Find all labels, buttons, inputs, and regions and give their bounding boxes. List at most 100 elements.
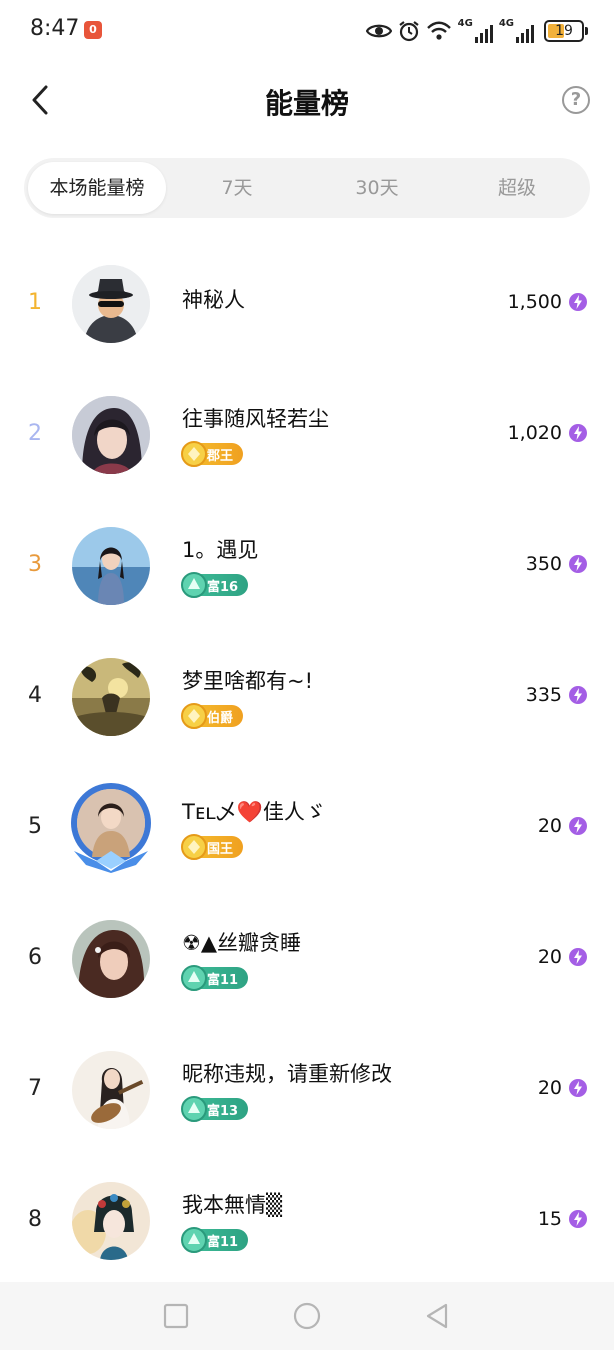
user-name: 往事随风轻若尘 (182, 407, 329, 431)
energy-score: 350 (526, 553, 588, 575)
score-value: 15 (537, 1208, 562, 1230)
page-title: 能量榜 (264, 87, 349, 120)
rank-number: 4 (28, 683, 42, 708)
user-name: 我本無情▒ (182, 1193, 283, 1217)
crown-badge-icon (181, 441, 207, 467)
tab-current-session[interactable]: 本场能量榜 (28, 162, 166, 214)
score-value: 1,020 (507, 422, 562, 444)
ranking-row[interactable]: 2 往事随风轻若尘 郡王 1,020 (0, 369, 614, 500)
avatar[interactable] (72, 527, 150, 605)
energy-score: 20 (538, 1077, 588, 1099)
badge-label: 富11 (207, 1234, 239, 1250)
ranking-list: 1 神秘人 1,500 2 往事随风轻若尘 郡王 1,020 3 1。遇见 富1… (0, 238, 614, 1286)
energy-score: 15 (538, 1208, 588, 1230)
user-name: 1。遇见 (182, 538, 259, 562)
wealth-badge-icon (181, 965, 207, 991)
avatar[interactable] (72, 1182, 150, 1260)
ranking-row[interactable]: 1 神秘人 1,500 (0, 238, 614, 369)
battery-icon: 19 (544, 20, 588, 42)
badge-label: 郡王 (207, 448, 234, 464)
score-value: 335 (525, 684, 562, 706)
network-type-2: 4G (498, 18, 514, 29)
rank-number: 1 (28, 290, 42, 315)
network-type-1: 4G (457, 18, 473, 29)
wealth-badge-icon (181, 1096, 207, 1122)
crown-badge-icon (181, 834, 207, 860)
user-name: 梦里啥都有~! (182, 669, 314, 693)
ranking-row[interactable]: 5 Tᴇʟ乄❤️佳人ゞ 国王 20 (0, 762, 614, 893)
rank-title-badge: 国王 (181, 834, 244, 860)
ranking-row[interactable]: 4 梦里啥都有~! 伯爵 335 (0, 631, 614, 762)
avatar[interactable] (72, 1051, 150, 1129)
energy-bolt-icon (569, 555, 587, 573)
wealth-level-badge: 富11 (181, 965, 249, 991)
crown-badge-icon (181, 703, 207, 729)
score-value: 350 (525, 553, 562, 575)
energy-bolt-icon (569, 1210, 587, 1228)
avatar[interactable] (66, 781, 156, 873)
battery-level: 19 (555, 23, 573, 39)
help-icon[interactable]: ? (562, 86, 590, 114)
ranking-row[interactable]: 8 我本無情▒ 富11 15 (0, 1155, 614, 1286)
rank-title-badge: 伯爵 (181, 703, 244, 729)
rank-number: 7 (28, 1076, 42, 1101)
badge-label: 富11 (207, 972, 239, 988)
energy-bolt-icon (569, 686, 587, 704)
home-circle-icon[interactable] (293, 1302, 321, 1330)
energy-score: 1,020 (508, 422, 588, 444)
user-name: 昵称违规，请重新修改 (182, 1062, 392, 1086)
system-nav-bar (0, 1282, 614, 1350)
recents-square-icon[interactable] (162, 1302, 190, 1330)
status-bar: 8:47 0 4G 4G 19 (0, 0, 614, 62)
rank-number: 3 (28, 552, 42, 577)
ranking-row[interactable]: 7 昵称违规，请重新修改 富13 20 (0, 1024, 614, 1155)
app-header: 能量榜 ? (0, 62, 614, 142)
ranking-row[interactable]: 6 ☢▲丝瓣贪睡 富11 20 (0, 893, 614, 1024)
badge-label: 富13 (207, 1103, 239, 1119)
eye-icon (365, 19, 392, 43)
ranking-row[interactable]: 3 1。遇见 富16 350 (0, 500, 614, 631)
badge-label: 国王 (207, 841, 234, 857)
tab-7-days[interactable]: 7天 (168, 162, 306, 214)
wealth-level-badge: 富16 (181, 572, 249, 598)
rank-number: 8 (28, 1207, 42, 1232)
avatar[interactable] (72, 265, 150, 343)
avatar[interactable] (72, 920, 150, 998)
rank-number: 5 (28, 814, 42, 839)
period-tabs: 本场能量榜 7天 30天 超级 (24, 158, 590, 218)
energy-bolt-icon (569, 424, 587, 442)
rank-number: 6 (28, 945, 42, 970)
energy-score: 335 (526, 684, 588, 706)
wealth-level-badge: 富13 (181, 1096, 249, 1122)
avatar[interactable] (72, 658, 150, 736)
signal-1-icon: 4G (458, 19, 493, 43)
back-triangle-icon[interactable] (424, 1302, 452, 1330)
alarm-icon (398, 19, 420, 43)
energy-bolt-icon (569, 1079, 587, 1097)
score-value: 1,500 (507, 291, 562, 313)
notification-badge: 0 (84, 21, 102, 39)
badge-label: 伯爵 (207, 710, 234, 726)
wealth-badge-icon (181, 572, 207, 598)
user-name: ☢▲丝瓣贪睡 (182, 931, 301, 955)
energy-bolt-icon (569, 817, 587, 835)
wealth-badge-icon (181, 1227, 207, 1253)
rank-title-badge: 郡王 (181, 441, 244, 467)
score-value: 20 (537, 815, 562, 837)
tab-super[interactable]: 超级 (448, 162, 586, 214)
avatar[interactable] (72, 396, 150, 474)
energy-score: 1,500 (508, 291, 588, 313)
score-value: 20 (537, 1077, 562, 1099)
energy-score: 20 (538, 946, 588, 968)
user-name: 神秘人 (182, 288, 245, 312)
badge-label: 富16 (207, 579, 239, 595)
wealth-level-badge: 富11 (181, 1227, 249, 1253)
wifi-icon (426, 19, 452, 43)
tab-30-days[interactable]: 30天 (308, 162, 446, 214)
energy-bolt-icon (569, 293, 587, 311)
rank-number: 2 (28, 421, 42, 446)
score-value: 20 (537, 946, 562, 968)
status-time: 8:47 (30, 16, 80, 41)
status-icons: 4G 4G 19 (365, 18, 588, 44)
user-name: Tᴇʟ乄❤️佳人ゞ (182, 800, 326, 824)
